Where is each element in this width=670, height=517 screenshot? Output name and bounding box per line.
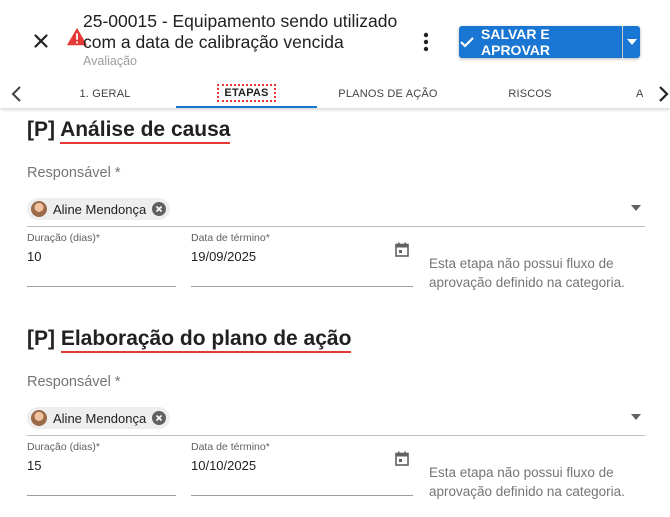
tab-riscos[interactable]: RISCOS [465,80,595,108]
responsible-name: Aline Mendonça [53,201,147,217]
responsible-name: Aline Mendonça [53,410,147,426]
steps-content: [P] Análise de causa Responsável * Aline… [0,108,670,517]
duration-label: Duração (dias)* [27,232,100,244]
tab-etapas-label: ETAPAS [217,84,276,102]
tab-riscos-label: RISCOS [508,88,552,100]
responsible-chip: Aline Mendonça [27,198,171,220]
chevron-down-icon [631,414,641,420]
save-options-button[interactable] [623,26,640,58]
chevron-down-icon [626,39,637,45]
tab-geral[interactable]: 1. GERAL [40,80,170,108]
end-date-input[interactable]: 10/10/2025 [191,458,256,473]
tab-bar: 1. GERAL ETAPAS PLANOS DE AÇÃO RISCOS A [0,80,670,108]
chip-remove-icon[interactable] [152,411,167,425]
responsible-select[interactable]: Aline Mendonça [27,405,645,436]
approval-flow-note: Esta etapa não possui fluxo de aprovação… [429,256,625,290]
more-vert-icon[interactable] [418,30,434,54]
tab-next-partial[interactable]: A [636,80,652,108]
chevron-left-icon[interactable] [8,84,26,104]
chevron-right-icon[interactable] [654,84,670,104]
section-title: [P] Análise de causa [27,118,231,144]
save-approve-label: SALVAR E APROVAR [481,26,550,58]
tab-geral-label: 1. GERAL [79,88,131,100]
close-icon[interactable] [30,30,52,52]
end-date-underline [191,286,413,287]
section-name: Elaboração do plano de ação [60,327,352,353]
responsible-label: Responsável * [27,165,121,181]
tab-next-label: A [636,88,644,100]
avatar [31,201,47,217]
duration-underline [27,286,176,287]
section-title: [P] Elaboração do plano de ação [27,327,352,353]
calendar-icon[interactable] [395,242,409,257]
chevron-down-icon [631,205,641,211]
responsible-label: Responsável * [27,374,121,390]
end-date-label: Data de término* [191,232,270,244]
section-prefix: [P] [27,118,55,141]
tab-etapas[interactable]: ETAPAS [176,80,317,108]
save-approve-button[interactable]: SALVAR E APROVAR [459,26,622,58]
chip-remove-icon[interactable] [152,202,167,216]
end-date-label: Data de término* [191,441,270,453]
tab-planos-label: PLANOS DE AÇÃO [338,88,438,100]
section-prefix: [P] [27,327,55,350]
approval-flow-note: Esta etapa não possui fluxo de aprovação… [429,465,625,499]
duration-underline [27,495,176,496]
responsible-chip: Aline Mendonça [27,407,171,429]
header: 25-00015 - Equipamento sendo utilizado c… [0,0,670,80]
end-date-underline [191,495,413,496]
check-icon [460,37,474,48]
duration-input[interactable]: 10 [27,249,41,264]
responsible-select[interactable]: Aline Mendonça [27,196,645,227]
duration-input[interactable]: 15 [27,458,41,473]
section-name: Análise de causa [60,118,231,144]
calendar-icon[interactable] [395,451,409,466]
end-date-input[interactable]: 19/09/2025 [191,249,256,264]
avatar [31,410,47,426]
page-subtitle: Avaliação [83,54,137,68]
tab-planos-de-acao[interactable]: PLANOS DE AÇÃO [323,80,453,108]
duration-label: Duração (dias)* [27,441,100,453]
page-title: 25-00015 - Equipamento sendo utilizado c… [83,11,398,52]
